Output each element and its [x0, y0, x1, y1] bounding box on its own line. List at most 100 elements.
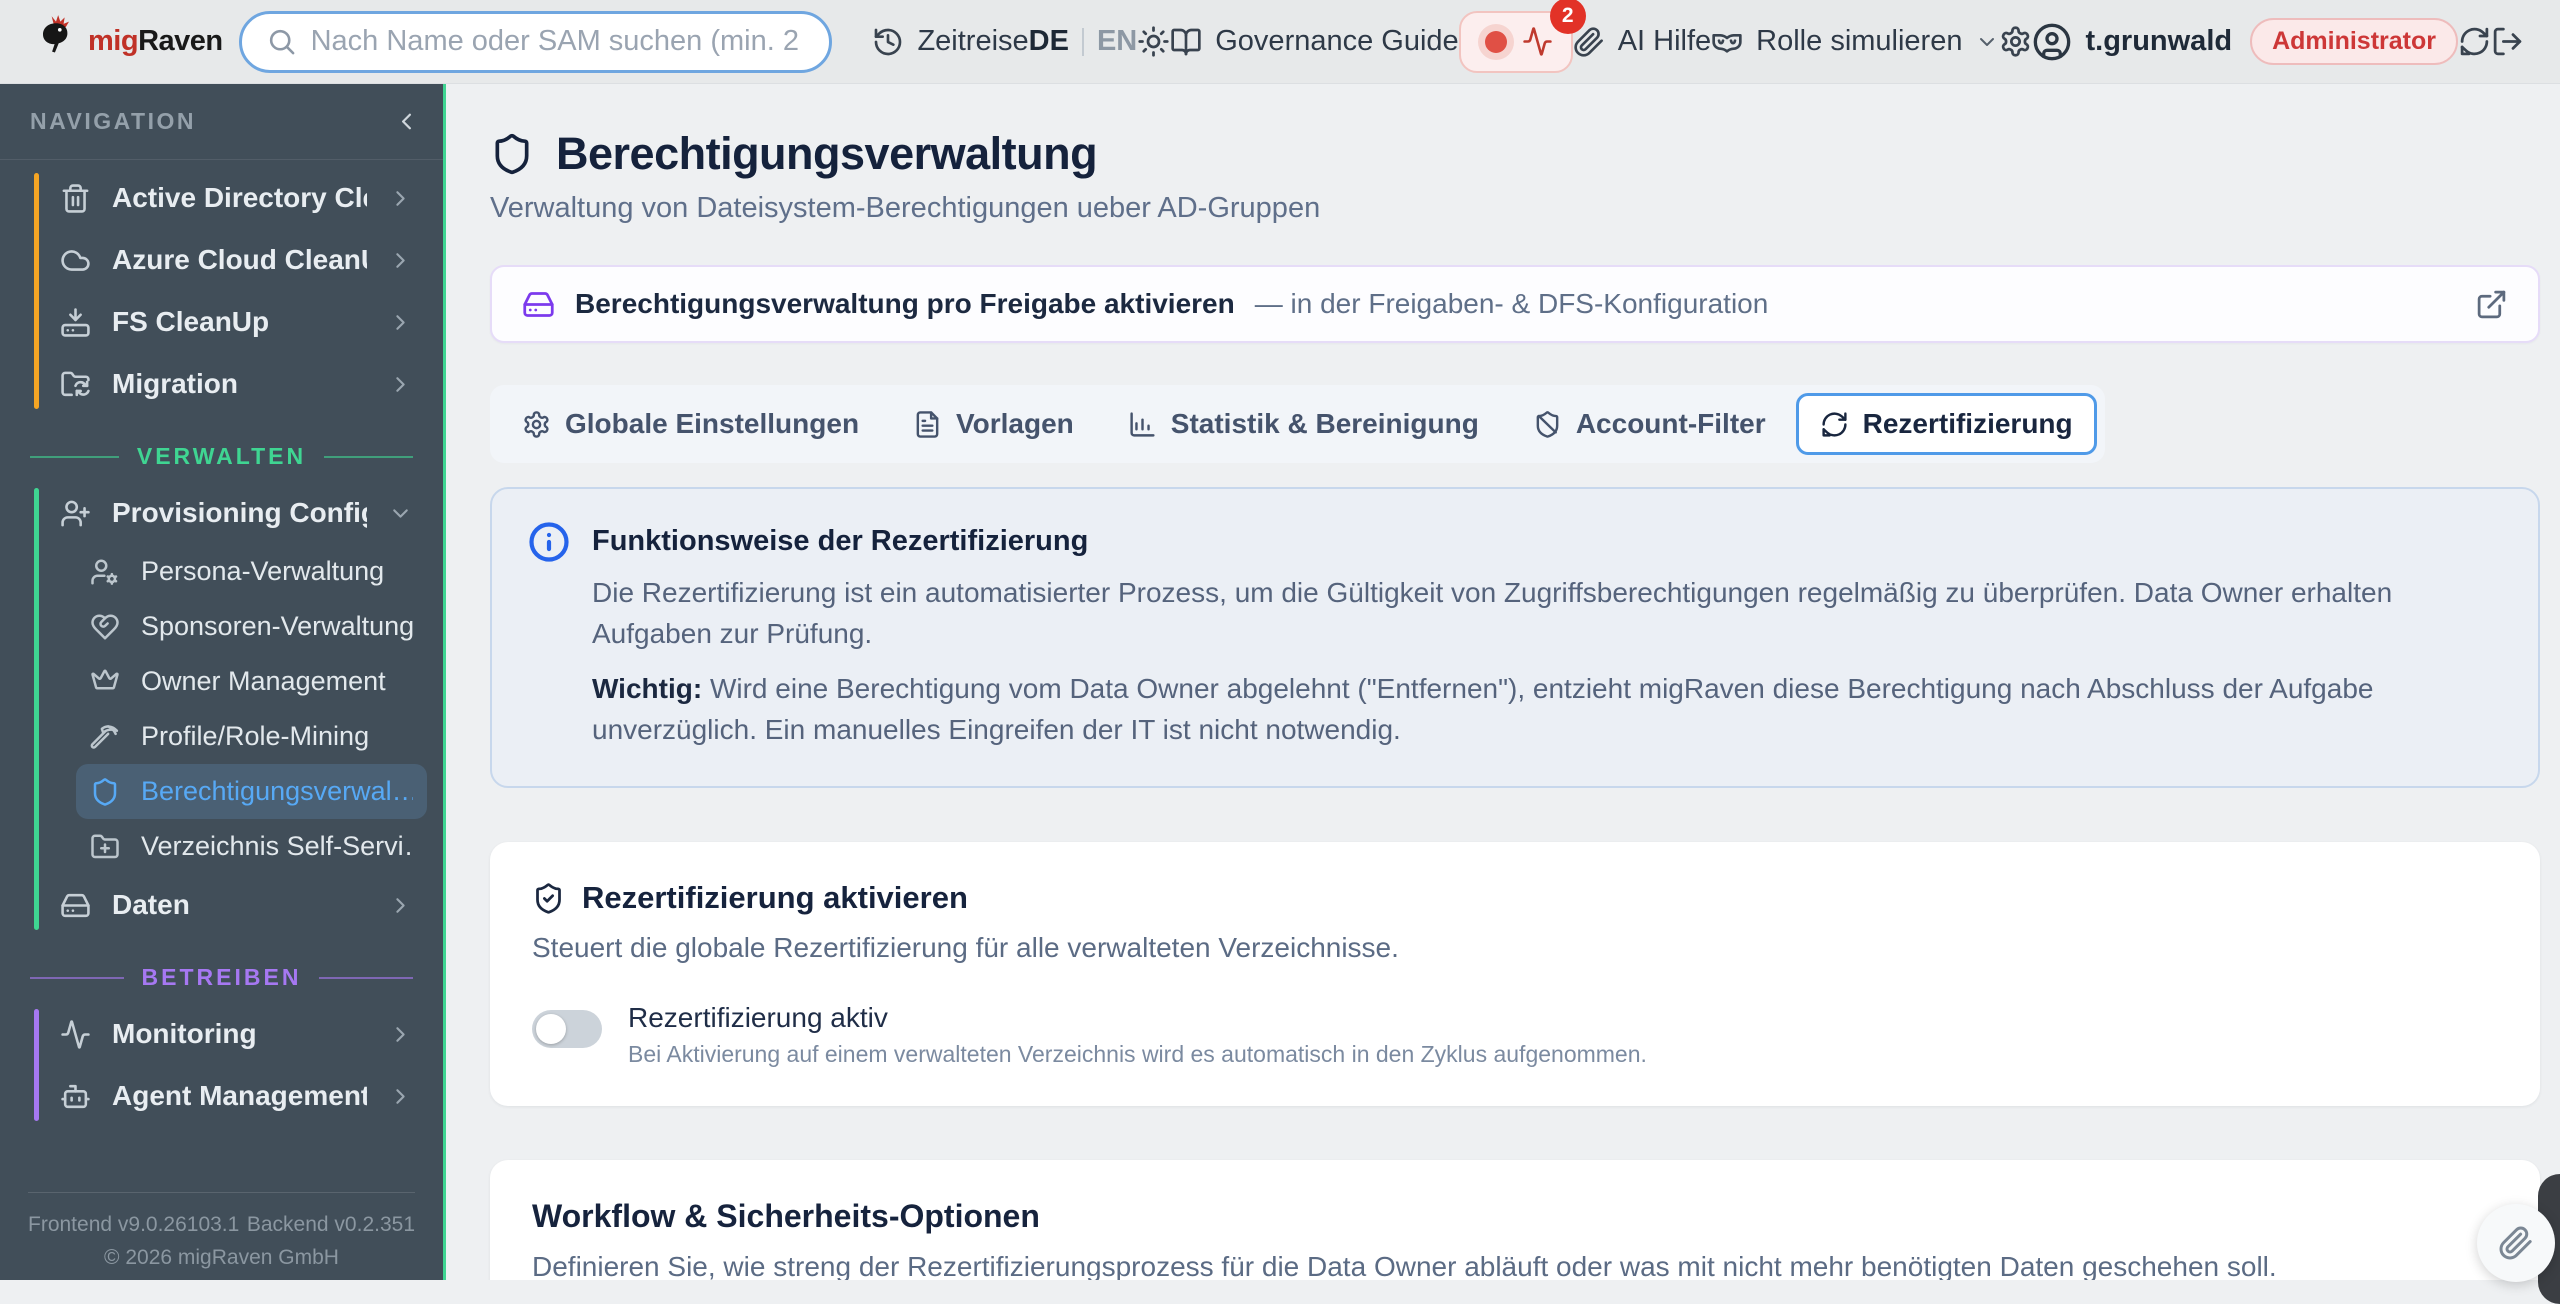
topbar-actions: Zeitreise DE EN Governance Guide 2 AI Hi… — [872, 0, 2524, 73]
sidebar-nav: Active Directory Cle… Azure Cloud CleanU… — [0, 161, 443, 1280]
user-plus-icon — [60, 498, 91, 529]
crown-icon — [90, 667, 120, 697]
toggle-label: Rezertifizierung aktiv — [628, 1002, 888, 1034]
topbar: migRaven Zeitreise DE EN Governance Guid… — [0, 0, 2560, 84]
chevron-right-icon — [388, 372, 413, 397]
tab-globale-einstellungen[interactable]: Globale Einstellungen — [498, 393, 883, 455]
bot-icon — [60, 1081, 91, 1112]
hard-drive-download-icon — [60, 307, 91, 338]
sidebar-item-fs-cleanup[interactable]: FS CleanUp — [46, 291, 427, 353]
refresh-icon — [1820, 410, 1849, 439]
settings-button[interactable] — [1999, 25, 2032, 58]
shield-icon — [90, 777, 120, 807]
chevron-right-icon — [388, 186, 413, 211]
sidebar-item-profile-role-mining[interactable]: Profile/Role-Mining — [76, 709, 427, 764]
toggle-description: Bei Aktivierung auf einem verwalteten Ve… — [628, 1041, 1647, 1068]
language-switch[interactable]: DE EN — [1029, 25, 1138, 58]
workflow-card-title: Workflow & Sicherheits-Optionen — [532, 1198, 1040, 1235]
document-icon — [913, 410, 942, 439]
sidebar-item-owner-management[interactable]: Owner Management — [76, 654, 427, 709]
sidebar-item-persona-verwaltung[interactable]: Persona-Verwaltung — [76, 544, 427, 599]
sidebar-item-monitoring[interactable]: Monitoring — [46, 1003, 427, 1065]
user-cog-icon — [90, 557, 120, 587]
simulate-role-button[interactable]: Rolle simulieren — [1711, 25, 1999, 58]
sidebar-item-berechtigungsverwaltung[interactable]: Berechtigungsverwal… — [76, 764, 427, 819]
search-input[interactable] — [310, 25, 806, 58]
activation-card: Rezertifizierung aktivieren Steuert die … — [490, 842, 2540, 1107]
sun-icon — [1137, 25, 1170, 58]
tab-account-filter[interactable]: Account-Filter — [1509, 393, 1790, 455]
tab-statistik-bereinigung[interactable]: Statistik & Bereinigung — [1104, 393, 1503, 455]
app-logo[interactable]: migRaven — [30, 13, 223, 70]
chevron-down-icon — [1975, 30, 1999, 54]
sidebar-header: NAVIGATION — [0, 84, 446, 160]
sidebar-item-daten[interactable]: Daten — [46, 874, 427, 936]
pickaxe-icon — [90, 722, 120, 752]
zeitreise-label: Zeitreise — [917, 25, 1029, 57]
brand-name: migRaven — [88, 25, 223, 57]
book-icon — [1170, 26, 1202, 58]
sidebar-item-agent-management[interactable]: Agent Management — [46, 1065, 427, 1127]
user-menu[interactable]: t.grunwald — [2032, 22, 2232, 62]
lang-de[interactable]: DE — [1029, 25, 1069, 58]
history-icon — [872, 26, 904, 58]
chevron-right-icon — [388, 1084, 413, 1109]
ai-help-button[interactable]: AI Hilfe — [1573, 25, 1711, 58]
banner-subtitle: — in der Freigaben- & DFS-Konfiguration — [1254, 288, 1769, 319]
sidebar: NAVIGATION Active Directory Cle… Azure C… — [0, 84, 446, 1280]
refresh-button[interactable] — [2458, 25, 2491, 58]
paperclip-icon — [2498, 1225, 2534, 1261]
sidebar-item-azure-cloud-cleanup[interactable]: Azure Cloud CleanUp — [46, 229, 427, 291]
chevron-right-icon — [388, 893, 413, 918]
sidebar-footer: Frontend v9.0.26103.1 Backend v0.2.351 ©… — [0, 1162, 443, 1280]
section-verwalten: VERWALTEN — [30, 443, 413, 470]
share-activation-banner[interactable]: Berechtigungsverwaltung pro Freigabe akt… — [490, 265, 2540, 343]
logout-icon — [2491, 25, 2524, 58]
attachment-fab[interactable] — [2477, 1204, 2555, 1282]
sidebar-item-active-directory-cleanup[interactable]: Active Directory Cle… — [46, 167, 427, 229]
page-subtitle: Verwaltung von Dateisystem-Berechtigunge… — [490, 192, 1321, 224]
shield-check-icon — [532, 882, 565, 915]
bar-chart-icon — [1128, 410, 1157, 439]
toggle-knob — [536, 1014, 566, 1045]
system-health-button[interactable]: 2 — [1458, 0, 1586, 73]
role-badge: Administrator — [2250, 18, 2458, 65]
frontend-version: Frontend v9.0.26103.1 — [28, 1213, 240, 1236]
recertification-info-box: Funktionsweise der Rezertifizierung Die … — [490, 487, 2540, 789]
recert-toggle[interactable] — [532, 1010, 602, 1049]
global-search[interactable] — [238, 10, 833, 73]
trash-icon — [60, 183, 91, 214]
tab-rezertifizierung[interactable]: Rezertifizierung — [1795, 393, 2097, 455]
info-icon — [528, 521, 570, 563]
governance-guide-button[interactable]: Governance Guide — [1170, 25, 1459, 58]
shield-ban-icon — [1533, 410, 1562, 439]
page-shield-icon — [490, 132, 534, 176]
info-box-important-paragraph: Wichtig: Wird eine Berechtigung vom Data… — [592, 673, 2374, 745]
external-link-button[interactable] — [2475, 288, 2508, 321]
tab-vorlagen[interactable]: Vorlagen — [889, 393, 1098, 455]
nav-group-verwalten: Provisioning Config Persona-Verwaltung S… — [34, 482, 427, 936]
chevron-down-icon — [388, 501, 413, 526]
settings-tabs: Globale Einstellungen Vorlagen Statistik… — [490, 385, 2105, 463]
theme-toggle-button[interactable] — [1137, 25, 1170, 58]
sidebar-item-sponsoren-verwaltung[interactable]: Sponsoren-Verwaltung — [76, 599, 427, 654]
sidebar-item-migration[interactable]: Migration — [46, 353, 427, 415]
hard-drive-icon — [60, 890, 91, 921]
collapse-sidebar-icon[interactable] — [393, 108, 420, 135]
activity-icon — [60, 1019, 91, 1050]
page-title: Berechtigungsverwaltung — [556, 128, 1098, 179]
cloud-icon — [60, 245, 91, 276]
sidebar-item-verzeichnis-self-service[interactable]: Verzeichnis Self-Servi… — [76, 819, 427, 874]
copyright: © 2026 migRaven GmbH — [104, 1246, 339, 1269]
workflow-options-card: Workflow & Sicherheits-Optionen Definier… — [490, 1160, 2540, 1280]
nav-group-cleanup: Active Directory Cle… Azure Cloud CleanU… — [34, 167, 427, 415]
username: t.grunwald — [2085, 25, 2233, 57]
sidebar-item-provisioning-config[interactable]: Provisioning Config — [46, 482, 427, 544]
zeitreise-button[interactable]: Zeitreise — [872, 25, 1029, 58]
logout-button[interactable] — [2491, 25, 2524, 58]
section-betreiben: BETREIBEN — [30, 964, 413, 991]
chevron-right-icon — [388, 248, 413, 273]
lang-en[interactable]: EN — [1097, 25, 1137, 58]
activation-card-description: Steuert die globale Rezertifizierung für… — [532, 932, 1399, 964]
user-area: t.grunwald Administrator — [2032, 18, 2458, 65]
